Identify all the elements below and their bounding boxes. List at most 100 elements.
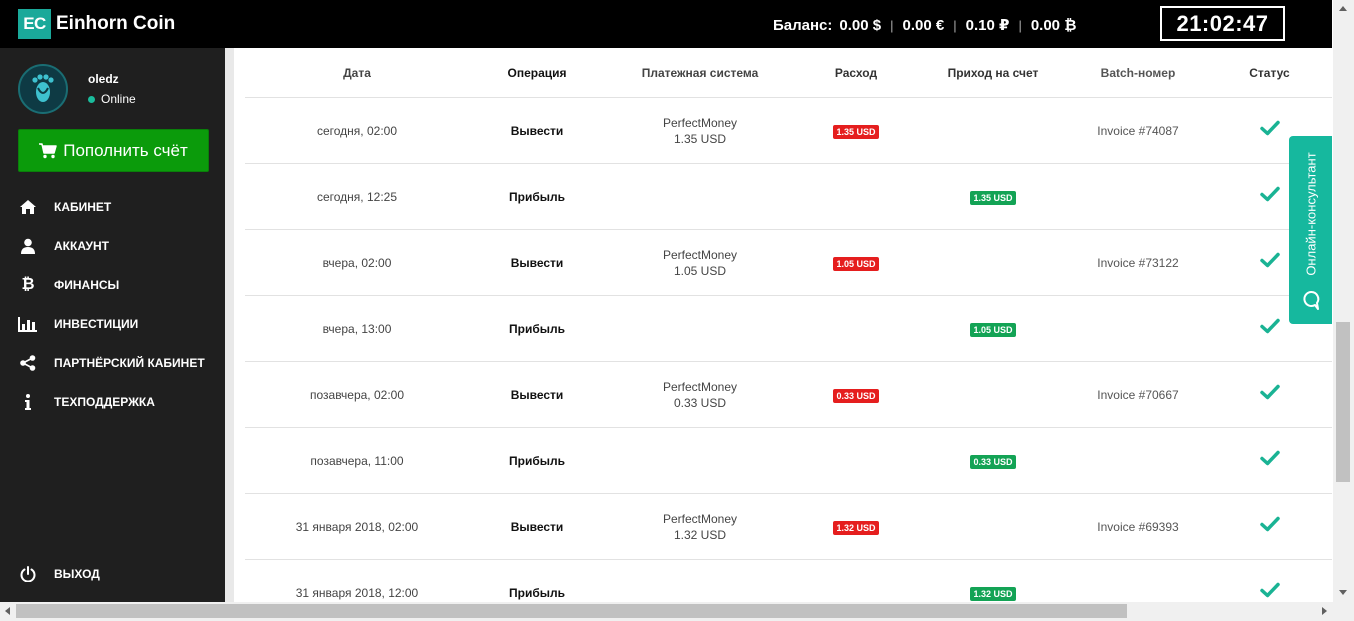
scroll-left-arrow-icon[interactable] [5, 607, 10, 615]
user-icon [18, 236, 38, 256]
balance-divider: | [1018, 17, 1022, 33]
cell-operation: Вывести [510, 123, 564, 138]
column-header-system: Платежная система [641, 65, 759, 80]
payment-system-name: PerfectMoney [662, 511, 738, 526]
brand-name: Einhorn Coin [56, 13, 176, 34]
table-row: сегодня, 12:25 Прибыль 1.35 USD [245, 164, 1332, 230]
cell-status [1207, 384, 1332, 405]
logo[interactable]: EC Einhorn Coin [0, 0, 225, 48]
table-header: Дата Операция Платежная система Расход П… [245, 48, 1332, 98]
expense-badge: 0.33 USD [833, 388, 879, 403]
cell-date: позавчера, 11:00 [310, 453, 404, 468]
home-icon [18, 197, 38, 217]
online-consultant-button[interactable]: Онлайн-консультант [1289, 136, 1332, 324]
check-icon [1259, 186, 1280, 202]
cell-operation: Прибыль [509, 453, 565, 468]
check-icon [1259, 120, 1280, 136]
balance-label: Баланс: [773, 16, 833, 34]
payment-system-name: PerfectMoney [662, 115, 738, 130]
main-content: Дата Операция Платежная система Расход П… [225, 48, 1333, 602]
avatar[interactable] [18, 64, 68, 114]
sidebar-item-label: Финансы [54, 277, 120, 292]
sidebar-item-account[interactable]: Аккаунт [0, 226, 225, 265]
table-row: вчера, 02:00 Вывести PerfectMoney 1.05 USD 1… [245, 230, 1332, 296]
income-badge: 1.35 USD [970, 190, 1016, 205]
topbar: Баланс: 0.00 $ | 0.00 € | 0.10 ₽ | 0.00 … [225, 0, 1332, 48]
info-icon [18, 392, 38, 412]
table-row: вчера, 13:00 Прибыль 1.05 USD [245, 296, 1332, 362]
cell-expense: 1.05 USD [795, 254, 917, 272]
check-icon [1259, 450, 1280, 466]
sidebar-item-investments[interactable]: Инвестиции [0, 304, 225, 343]
cell-date: вчера, 02:00 [322, 255, 392, 270]
sidebar-item-label: Партнёрский кабинет [54, 355, 205, 370]
sidebar-item-label: Кабинет [54, 199, 112, 214]
clock: 21:02:47 [1160, 6, 1285, 41]
horizontal-scroll-thumb[interactable] [16, 604, 1127, 618]
logout-section: Выход [0, 554, 225, 593]
check-icon [1259, 516, 1280, 532]
cell-income: 1.05 USD [917, 320, 1069, 338]
cell-date: вчера, 13:00 [322, 321, 392, 336]
cell-date: 31 января 2018, 02:00 [295, 519, 419, 534]
balance-btc: 0.00 ₿ [1030, 16, 1077, 34]
balance-rub: 0.10 ₽ [965, 17, 1010, 34]
column-header-status: Статус [1249, 65, 1290, 80]
cell-operation: Вывести [510, 255, 564, 270]
column-header-operation: Операция [507, 65, 567, 80]
cell-expense: 0.33 USD [795, 386, 917, 404]
payment-system-name: PerfectMoney [662, 247, 738, 262]
scroll-up-arrow-icon[interactable] [1339, 6, 1347, 11]
transactions-table: Дата Операция Платежная система Расход П… [245, 48, 1332, 602]
cell-operation: Вывести [510, 519, 564, 534]
income-badge: 1.32 USD [970, 586, 1016, 601]
table-body: сегодня, 02:00 Вывести PerfectMoney 1.35 US… [245, 98, 1332, 602]
sidebar-item-support[interactable]: Техподдержка [0, 382, 225, 421]
cell-operation: Прибыль [509, 585, 565, 600]
cell-batch: Invoice #74087 [1097, 123, 1179, 138]
sidebar-item-partner[interactable]: Партнёрский кабинет [0, 343, 225, 382]
payment-system-amount: 1.05 USD [673, 263, 727, 278]
cell-batch: Invoice #70667 [1097, 387, 1179, 402]
sidebar-item-cabinet[interactable]: Кабинет [0, 187, 225, 226]
column-header-batch: Batch-номер [1100, 65, 1176, 80]
check-icon [1259, 318, 1280, 334]
payment-system-amount: 1.32 USD [673, 527, 727, 542]
cell-operation: Прибыль [509, 321, 565, 336]
sidebar-item-label: Аккаунт [54, 238, 109, 253]
vertical-scrollbar[interactable] [1333, 0, 1354, 602]
cell-status [1207, 516, 1332, 537]
sidebar: EC Einhorn Coin oledz Online Пополнить с… [0, 0, 225, 602]
table-row: позавчера, 11:00 Прибыль 0.33 USD [245, 428, 1332, 494]
table-row: 31 января 2018, 02:00 Вывести PerfectMoney… [245, 494, 1332, 560]
balance-eur: 0.00 € [902, 16, 945, 34]
horizontal-scrollbar[interactable] [0, 602, 1354, 621]
cell-payment-system: PerfectMoney 1.32 USD [605, 511, 795, 543]
cart-icon [39, 142, 57, 158]
column-header-income: Приход на счет [947, 65, 1039, 80]
content-gutter [225, 48, 234, 602]
cell-payment-system: PerfectMoney 0.33 USD [605, 379, 795, 411]
scroll-down-arrow-icon[interactable] [1339, 590, 1347, 595]
cell-operation: Вывести [510, 387, 564, 402]
bar-chart-icon [18, 314, 38, 334]
balance-divider: | [953, 17, 957, 33]
user-status-label: Online [101, 92, 136, 106]
scroll-right-arrow-icon[interactable] [1322, 607, 1327, 615]
cell-operation: Прибыль [509, 189, 565, 204]
cell-status [1207, 450, 1332, 471]
sidebar-item-finance[interactable]: ₿ Финансы [0, 265, 225, 304]
column-header-expense: Расход [834, 65, 878, 80]
logout-button[interactable]: Выход [0, 554, 225, 593]
cell-date: позавчера, 02:00 [309, 387, 405, 402]
bitcoin-icon: ₿ [21, 275, 35, 293]
cell-status [1207, 582, 1332, 602]
income-badge: 1.05 USD [970, 322, 1016, 337]
balance-divider: | [890, 17, 894, 33]
topup-button[interactable]: Пополнить счёт [18, 129, 209, 172]
cell-income: 1.32 USD [917, 584, 1069, 602]
vertical-scroll-thumb[interactable] [1336, 322, 1350, 482]
sidebar-item-label: Инвестиции [54, 316, 139, 331]
cell-date: сегодня, 02:00 [316, 123, 398, 138]
cell-date: 31 января 2018, 12:00 [295, 585, 419, 600]
